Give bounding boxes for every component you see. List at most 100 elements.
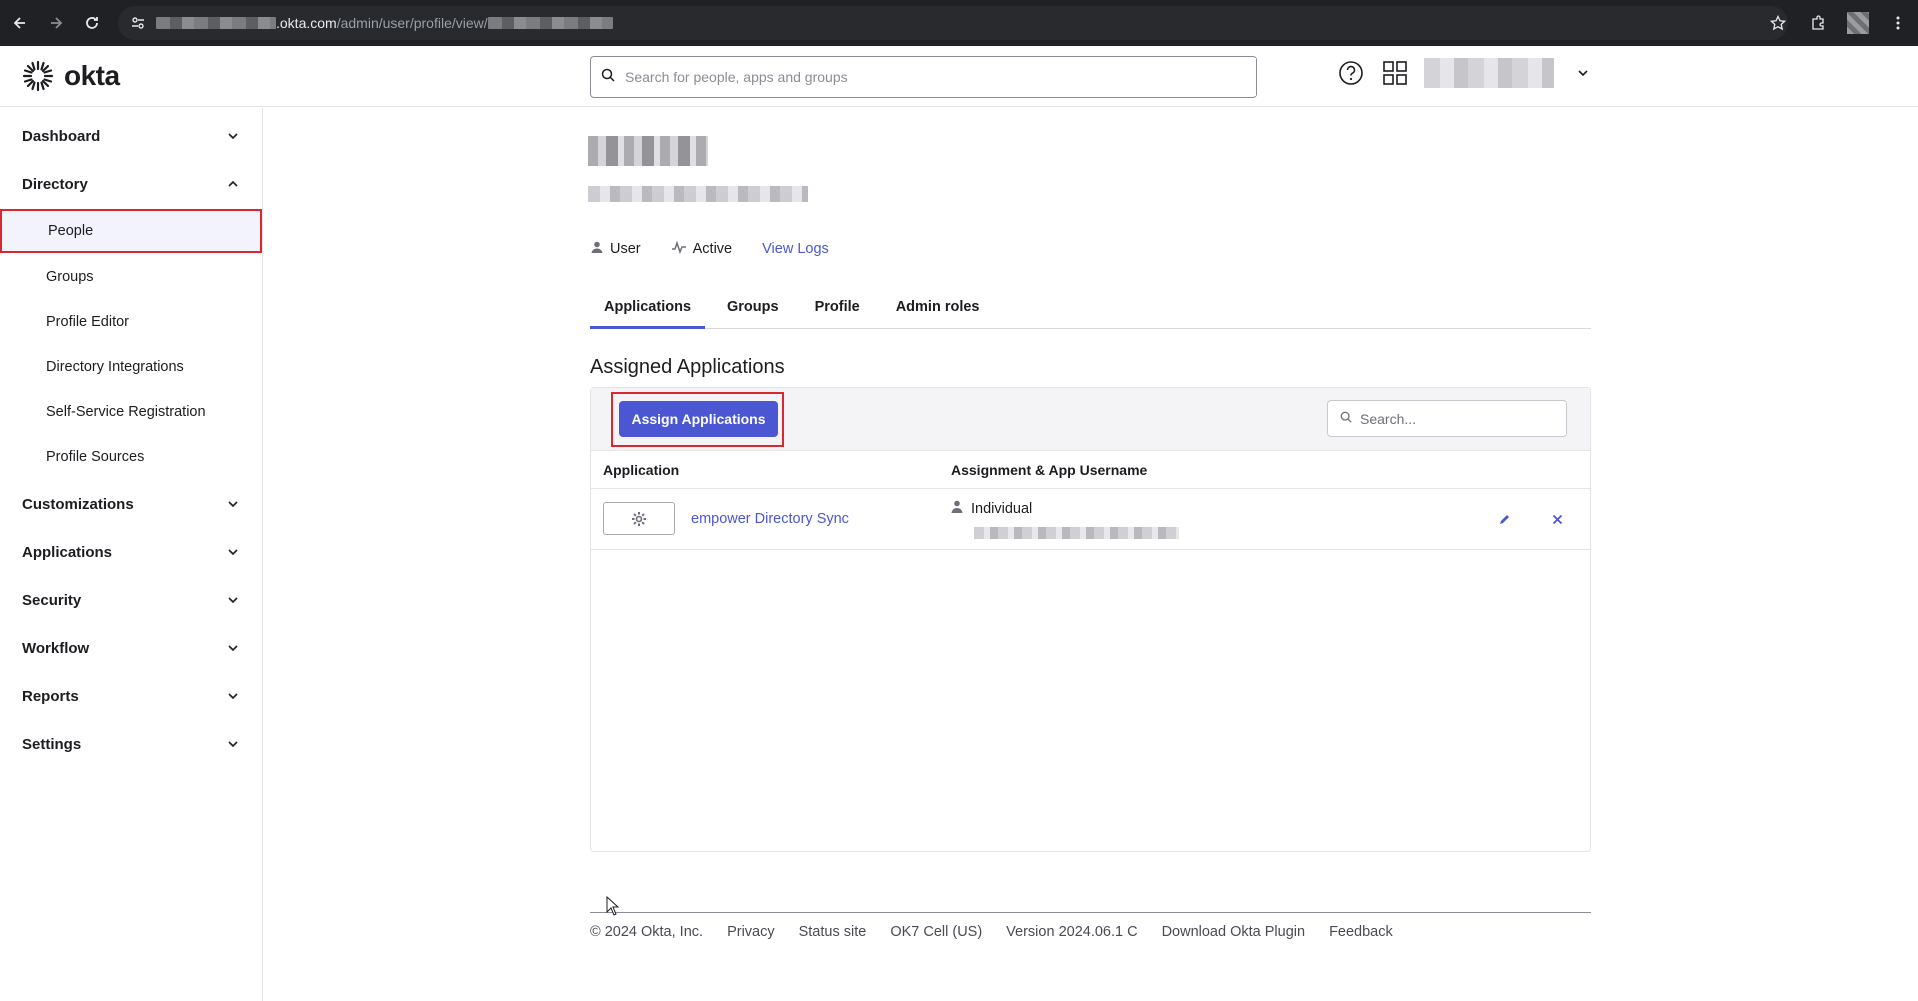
more-menu-icon[interactable] — [1878, 0, 1918, 46]
sidebar-section-label: Reports — [22, 687, 79, 705]
user-status: Active — [692, 241, 733, 257]
site-info-icon[interactable] — [130, 15, 146, 31]
footer-status-site-link[interactable]: Status site — [799, 924, 867, 940]
person-icon — [951, 500, 963, 517]
user-type: User — [610, 241, 641, 257]
sidebar-item-profile-editor[interactable]: Profile Editor — [0, 300, 262, 344]
profile-avatar-icon[interactable] — [1838, 0, 1878, 46]
chevron-down-icon — [226, 545, 240, 559]
profile-tabs: Applications Groups Profile Admin roles — [590, 293, 1591, 329]
sidebar-section-applications[interactable]: Applications — [0, 530, 262, 574]
footer-cell: OK7 Cell (US) — [890, 924, 983, 940]
sidebar-section-security[interactable]: Security — [0, 578, 262, 622]
applications-search-input[interactable] — [1352, 402, 1566, 435]
footer-privacy-link[interactable]: Privacy — [727, 924, 775, 940]
chevron-down-icon — [226, 497, 240, 511]
reload-icon[interactable] — [74, 0, 110, 46]
sidebar-item-groups[interactable]: Groups — [0, 255, 262, 299]
assign-button-highlight: Assign Applications — [611, 392, 784, 447]
url-redacted — [156, 17, 276, 29]
help-icon[interactable] — [1336, 58, 1366, 88]
sidebar-section-customizations[interactable]: Customizations — [0, 482, 262, 526]
sidebar-item-label: Self-Service Registration — [46, 404, 206, 420]
tab-profile[interactable]: Profile — [801, 293, 874, 329]
app-name-link[interactable]: empower Directory Sync — [691, 511, 849, 527]
sidebar: Dashboard Directory People Groups Profil… — [0, 108, 263, 1001]
chevron-up-icon — [226, 177, 240, 191]
sidebar-section-reports[interactable]: Reports — [0, 674, 262, 718]
chevron-down-icon — [226, 641, 240, 655]
okta-logo[interactable]: okta — [22, 60, 120, 92]
sidebar-item-label: Groups — [46, 269, 94, 285]
assigned-applications-panel: Assign Applications Application Assignme… — [590, 387, 1591, 852]
footer-copyright: © 2024 Okta, Inc. — [590, 924, 704, 940]
sidebar-item-profile-sources[interactable]: Profile Sources — [0, 435, 262, 479]
applications-search[interactable] — [1327, 400, 1567, 437]
sidebar-section-label: Dashboard — [22, 127, 101, 145]
chevron-down-icon — [226, 737, 240, 751]
extensions-icon[interactable] — [1798, 0, 1838, 46]
sidebar-item-people[interactable]: People — [0, 209, 262, 253]
footer: © 2024 Okta, Inc. Privacy Status site OK… — [590, 924, 1393, 940]
table-header: Application Assignment & App Username — [591, 451, 1590, 489]
app-logo[interactable] — [603, 502, 675, 535]
app-grid-icon[interactable] — [1380, 58, 1410, 88]
sidebar-item-self-service-registration[interactable]: Self-Service Registration — [0, 390, 262, 434]
user-menu-name[interactable] — [1424, 58, 1554, 88]
assignment-type: Individual — [951, 500, 1032, 517]
user-display-name — [588, 136, 708, 166]
panel-toolbar: Assign Applications — [591, 388, 1590, 451]
global-search-input[interactable] — [615, 58, 1256, 96]
assignment-type-label: Individual — [971, 500, 1033, 517]
user-icon — [590, 240, 604, 258]
url-host: .okta.com — [276, 15, 337, 31]
okta-sunburst-icon — [22, 60, 54, 92]
sidebar-item-directory-integrations[interactable]: Directory Integrations — [0, 345, 262, 389]
footer-divider — [590, 912, 1591, 913]
chevron-down-icon — [226, 689, 240, 703]
sidebar-item-label: Directory Integrations — [46, 359, 184, 375]
table-row: empower Directory Sync Individual — [591, 489, 1590, 550]
sidebar-item-label: Profile Sources — [46, 449, 145, 465]
sidebar-section-label: Security — [22, 591, 82, 609]
address-bar[interactable]: .okta.com /admin/user/profile/view/ — [118, 6, 1788, 40]
sidebar-section-label: Settings — [22, 735, 82, 753]
tab-groups[interactable]: Groups — [713, 293, 793, 329]
footer-feedback-link[interactable]: Feedback — [1329, 924, 1393, 940]
url-path: /admin/user/profile/view/ — [336, 15, 488, 31]
sidebar-item-label: People — [48, 223, 94, 239]
sidebar-section-label: Customizations — [22, 495, 134, 513]
global-search[interactable] — [590, 56, 1257, 98]
sidebar-section-workflow[interactable]: Workflow — [0, 626, 262, 670]
app-username — [974, 527, 1179, 539]
sidebar-section-directory[interactable]: Directory — [0, 162, 262, 206]
user-email — [588, 186, 808, 202]
gear-icon — [632, 511, 646, 526]
bookmark-star-icon[interactable] — [1758, 0, 1798, 46]
mouse-cursor-icon — [606, 895, 620, 921]
back-icon[interactable] — [2, 0, 38, 46]
sidebar-section-label: Applications — [22, 543, 113, 561]
assign-applications-button[interactable]: Assign Applications — [619, 401, 778, 437]
sidebar-section-label: Directory — [22, 175, 88, 193]
column-header-application: Application — [603, 462, 680, 478]
sidebar-section-dashboard[interactable]: Dashboard — [0, 114, 262, 158]
sidebar-section-label: Workflow — [22, 639, 90, 657]
footer-download-plugin-link[interactable]: Download Okta Plugin — [1162, 924, 1305, 940]
forward-icon[interactable] — [38, 0, 74, 46]
tab-admin-roles[interactable]: Admin roles — [882, 293, 994, 329]
edit-pencil-icon[interactable] — [1495, 509, 1515, 529]
chevron-down-icon[interactable] — [1568, 58, 1598, 88]
app-header: okta — [0, 46, 1918, 107]
remove-close-icon[interactable] — [1547, 509, 1567, 529]
browser-toolbar: .okta.com /admin/user/profile/view/ — [0, 0, 1918, 46]
column-header-assignment: Assignment & App Username — [951, 462, 1148, 478]
sidebar-section-settings[interactable]: Settings — [0, 722, 262, 766]
user-status-row: User Active View Logs — [590, 240, 829, 258]
url-redacted — [487, 17, 613, 29]
view-logs-link[interactable]: View Logs — [762, 241, 829, 257]
chevron-down-icon — [226, 593, 240, 607]
chevron-down-icon — [226, 129, 240, 143]
tab-applications[interactable]: Applications — [590, 293, 706, 329]
footer-version: Version 2024.06.1 C — [1006, 924, 1138, 940]
